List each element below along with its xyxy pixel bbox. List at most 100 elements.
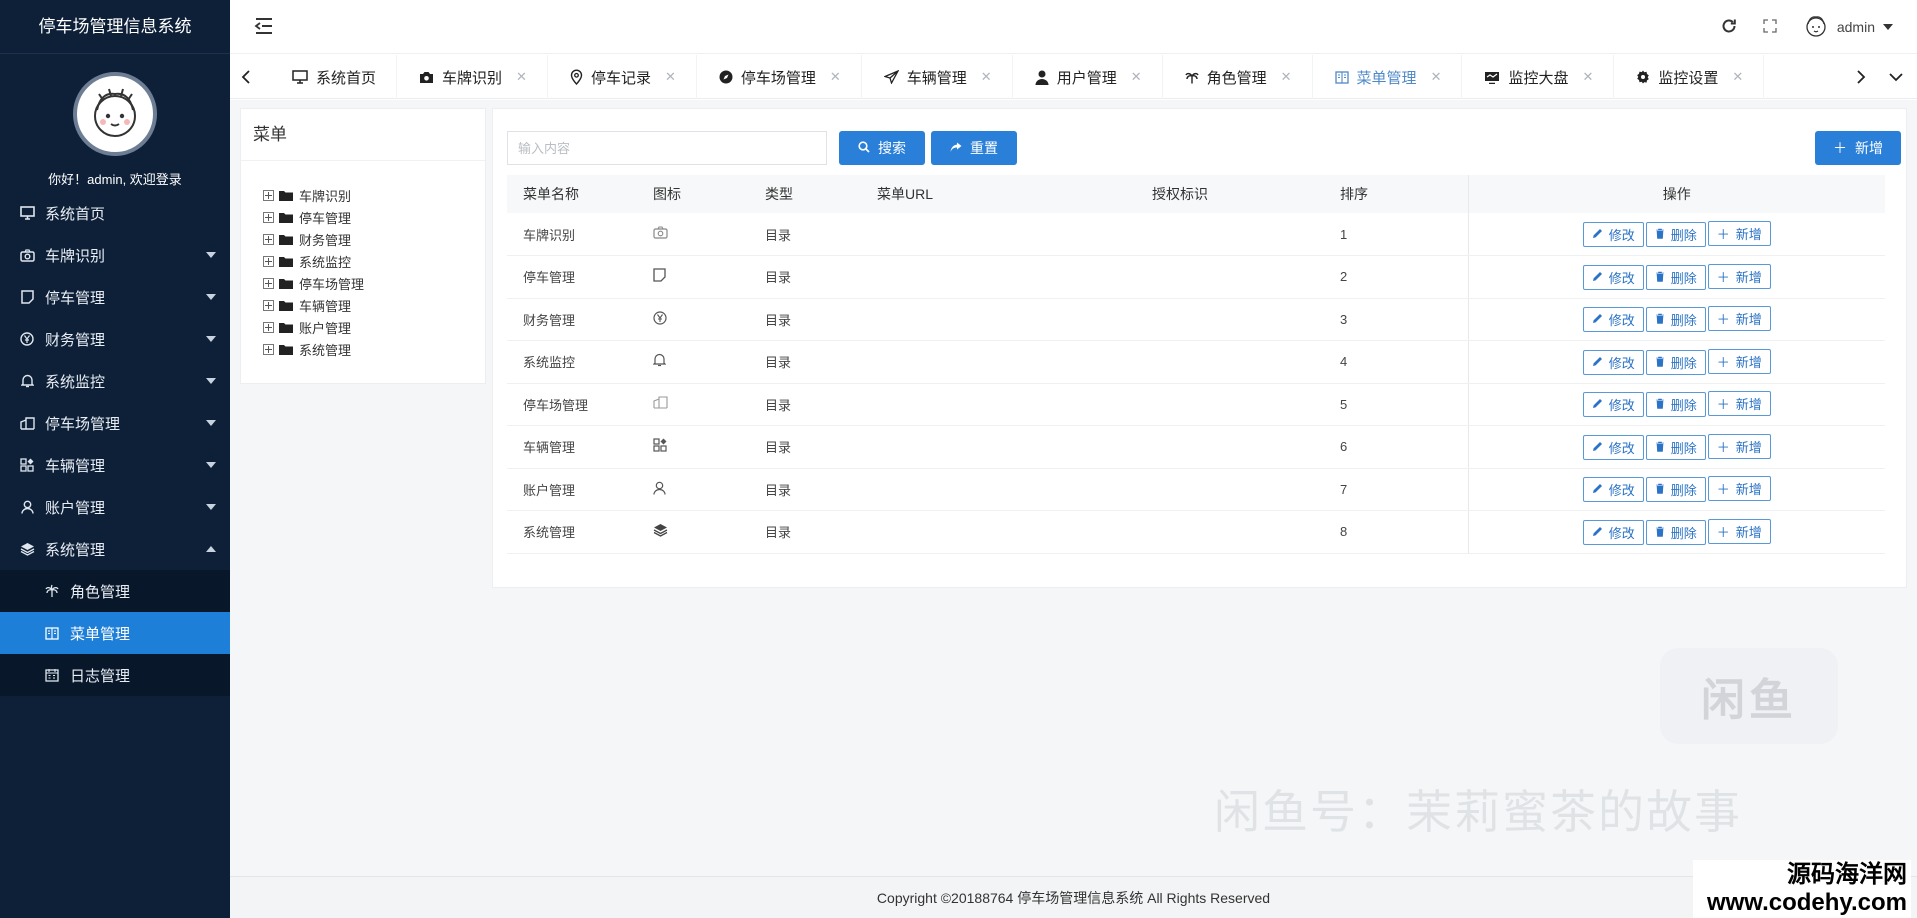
tree-node-label: 停车场管理 (299, 276, 365, 292)
tab-monitor-settings[interactable]: 监控设置 ✕ (1614, 55, 1765, 99)
delete-button[interactable]: 删除 (1645, 307, 1706, 333)
sidebar-item-system[interactable]: 系统管理 (0, 528, 230, 570)
sidebar-item-label: 系统首页 (45, 205, 106, 223)
sidebar-menu: 系统首页 车牌识别 停车管理 财务管理 系统监控 停车场管理 车辆管理 账户管理… (0, 192, 230, 696)
table-row: 账户管理 目录 7 修改 删除 ＋ 新增 (507, 468, 1885, 511)
sidebar-item-finance[interactable]: 财务管理 (0, 318, 230, 360)
close-icon[interactable]: ✕ (665, 69, 676, 85)
user-menu[interactable]: admin (1803, 13, 1893, 42)
add-button[interactable]: ＋ 新增 (1815, 131, 1901, 165)
add-child-button[interactable]: ＋ 新增 (1707, 221, 1771, 246)
camera-icon (18, 248, 36, 262)
expand-icon[interactable] (263, 211, 274, 223)
close-icon[interactable]: ✕ (516, 69, 527, 85)
tabs-scroll-left-icon[interactable] (230, 55, 262, 99)
search-button[interactable]: 搜索 (839, 131, 925, 165)
expand-icon[interactable] (263, 343, 274, 355)
add-child-button[interactable]: ＋ 新增 (1707, 518, 1771, 544)
close-icon[interactable]: ✕ (981, 69, 992, 85)
tab-vehicles[interactable]: 车辆管理 ✕ (862, 55, 1013, 99)
delete-button-label: 删除 (1670, 440, 1697, 456)
tree-node[interactable]: 车辆管理 (263, 294, 485, 316)
edit-button[interactable]: 修改 (1582, 264, 1644, 290)
menu-collapse-icon[interactable] (254, 17, 274, 38)
tree-node[interactable]: 车牌识别 (263, 184, 485, 206)
edit-button[interactable]: 修改 (1582, 307, 1644, 333)
tab-monitor-dashboard[interactable]: 监控大盘 ✕ (1462, 55, 1615, 99)
tab-plate-recognition[interactable]: 车牌识别 ✕ (397, 55, 548, 99)
tree-node[interactable]: 系统监控 (263, 250, 485, 272)
delete-button[interactable]: 删除 (1645, 434, 1706, 460)
delete-button[interactable]: 删除 (1645, 519, 1706, 545)
tab-roles[interactable]: 角色管理 ✕ (1163, 55, 1313, 99)
add-child-button[interactable]: ＋ 新增 (1707, 433, 1771, 459)
tree-node[interactable]: 财务管理 (263, 228, 485, 250)
close-icon[interactable]: ✕ (1582, 69, 1593, 85)
add-child-button[interactable]: ＋ 新增 (1707, 348, 1771, 374)
tree-node[interactable]: 停车管理 (263, 206, 485, 228)
refresh-icon[interactable] (1721, 18, 1737, 37)
edit-button[interactable]: 修改 (1582, 434, 1644, 460)
close-icon[interactable]: ✕ (1131, 69, 1142, 85)
sidebar-item-vehicles[interactable]: 车辆管理 (0, 444, 230, 486)
edit-button-label: 修改 (1608, 270, 1635, 286)
edit-button[interactable]: 修改 (1582, 519, 1644, 545)
edit-button[interactable]: 修改 (1582, 392, 1644, 418)
reset-button[interactable]: 重置 (931, 131, 1017, 165)
sidebar-subitem-menus[interactable]: 菜单管理 (0, 612, 230, 654)
tree-node[interactable]: 停车场管理 (263, 272, 485, 294)
table-body: 车牌识别 目录 1 修改 删除＋新增 停车管理 目录 2 修改 删除＋新增 财务管理 目录 3 修改 删除＋… (507, 213, 1885, 554)
edit-button[interactable]: 修改 (1582, 477, 1644, 503)
sidebar-subitem-roles[interactable]: 角色管理 (0, 570, 230, 612)
expand-icon[interactable] (263, 255, 274, 267)
tree-node[interactable]: 系统管理 (263, 338, 485, 360)
delete-button[interactable]: 删除 (1645, 477, 1706, 503)
tab-menus[interactable]: 菜单管理 ✕ (1313, 55, 1463, 99)
add-child-button[interactable]: ＋ 新增 (1707, 306, 1771, 332)
close-icon[interactable]: ✕ (1431, 69, 1442, 85)
add-child-button[interactable]: ＋ 新增 (1707, 391, 1771, 417)
add-child-button[interactable]: ＋ 新增 (1707, 476, 1771, 502)
tree-node-label: 停车管理 (299, 210, 352, 226)
expand-icon[interactable] (263, 321, 274, 333)
tab-users[interactable]: 用户管理 ✕ (1013, 55, 1163, 99)
sidebar-subitem-logs[interactable]: 日志管理 (0, 654, 230, 696)
sidebar-item-plate-recognition[interactable]: 车牌识别 (0, 234, 230, 276)
close-icon[interactable]: ✕ (830, 69, 841, 85)
avatar[interactable] (73, 72, 157, 156)
tabs-scroll-right-icon[interactable] (1845, 55, 1877, 99)
expand-icon[interactable] (263, 299, 274, 311)
edit-button[interactable]: 修改 (1582, 222, 1644, 247)
tabs-dropdown-icon[interactable] (1880, 55, 1912, 99)
tree-node[interactable]: 账户管理 (263, 316, 485, 338)
add-child-button-label: 新增 (1735, 524, 1762, 540)
paper-plane-icon (883, 70, 899, 84)
column-header: 排序 (1340, 175, 1468, 213)
sidebar-item-home[interactable]: 系统首页 (0, 192, 230, 234)
fullscreen-icon[interactable] (1763, 18, 1777, 36)
expand-icon[interactable] (263, 189, 274, 201)
expand-icon[interactable] (263, 277, 274, 289)
search-input[interactable] (507, 131, 827, 165)
yen-icon (18, 332, 36, 346)
trash-icon (1655, 440, 1665, 455)
tab-parking-records[interactable]: 停车记录 ✕ (548, 55, 697, 99)
close-icon[interactable]: ✕ (1281, 69, 1292, 85)
sidebar-item-monitoring[interactable]: 系统监控 (0, 360, 230, 402)
delete-button[interactable]: 删除 (1645, 264, 1706, 290)
tab-parking-lot[interactable]: 停车场管理 ✕ (697, 55, 862, 99)
tab-label: 角色管理 (1206, 69, 1267, 87)
sidebar-item-parking[interactable]: 停车管理 (0, 276, 230, 318)
sidebar-item-parking-lot[interactable]: 停车场管理 (0, 402, 230, 444)
close-icon[interactable]: ✕ (1732, 69, 1743, 85)
delete-button[interactable]: 删除 (1645, 349, 1706, 375)
folder-icon (279, 256, 293, 267)
delete-button[interactable]: 删除 (1645, 222, 1706, 247)
edit-button[interactable]: 修改 (1582, 349, 1644, 375)
sidebar-item-accounts[interactable]: 账户管理 (0, 486, 230, 528)
expand-icon[interactable] (263, 233, 274, 245)
tab-home[interactable]: 系统首页 (270, 55, 398, 99)
menu-name-cell: 车辆管理 (507, 425, 653, 469)
add-child-button[interactable]: ＋ 新增 (1707, 263, 1771, 289)
delete-button[interactable]: 删除 (1645, 392, 1706, 418)
